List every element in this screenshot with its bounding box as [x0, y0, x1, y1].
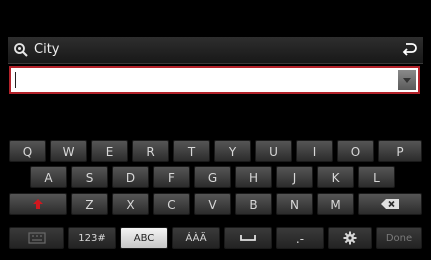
back-button[interactable]	[398, 40, 420, 60]
key-q[interactable]: Q	[9, 140, 46, 162]
key-c[interactable]: C	[153, 193, 190, 215]
key-b[interactable]: B	[235, 193, 272, 215]
backspace-key[interactable]	[358, 193, 422, 215]
key-h[interactable]: H	[235, 166, 272, 188]
key-o[interactable]: O	[337, 140, 374, 162]
dropdown-button[interactable]	[398, 70, 416, 90]
space-key[interactable]	[224, 227, 272, 249]
numbers-key[interactable]: 123#	[68, 227, 116, 249]
text-caret	[15, 72, 16, 88]
key-n[interactable]: N	[276, 193, 313, 215]
shift-arrow-icon	[10, 194, 66, 214]
key-l[interactable]: L	[358, 166, 395, 188]
key-e[interactable]: E	[91, 140, 128, 162]
key-m[interactable]: M	[317, 193, 354, 215]
key-y[interactable]: Y	[214, 140, 251, 162]
key-v[interactable]: V	[194, 193, 231, 215]
accents-key[interactable]: ÁÀÄ	[172, 227, 220, 249]
key-a[interactable]: A	[30, 166, 67, 188]
keyboard-icon	[10, 228, 63, 248]
settings-key[interactable]	[328, 227, 372, 249]
key-f[interactable]: F	[153, 166, 190, 188]
key-p[interactable]: P	[378, 140, 422, 162]
key-j[interactable]: J	[276, 166, 313, 188]
header-title: City	[34, 42, 60, 57]
key-w[interactable]: W	[50, 140, 87, 162]
key-s[interactable]: S	[71, 166, 108, 188]
done-key[interactable]: Done	[376, 227, 422, 249]
key-x[interactable]: X	[112, 193, 149, 215]
key-z[interactable]: Z	[71, 193, 108, 215]
key-d[interactable]: D	[112, 166, 149, 188]
key-t[interactable]: T	[173, 140, 210, 162]
key-r[interactable]: R	[132, 140, 169, 162]
key-i[interactable]: I	[296, 140, 333, 162]
space-bar-icon	[225, 228, 271, 248]
city-input[interactable]	[9, 66, 420, 94]
keyboard-toggle-key[interactable]	[9, 227, 64, 249]
search-header: City	[8, 37, 423, 64]
key-u[interactable]: U	[255, 140, 292, 162]
key-g[interactable]: G	[194, 166, 231, 188]
dropdown-arrow-icon	[403, 77, 411, 83]
symbols-key[interactable]: .-	[276, 227, 324, 249]
backspace-icon	[359, 194, 421, 214]
key-k[interactable]: K	[317, 166, 354, 188]
gear-icon	[329, 228, 371, 248]
keyboard-screen: City Q W E R T Y U I O P A S D F G H J K…	[0, 0, 431, 260]
shift-key[interactable]	[9, 193, 67, 215]
back-arrow-icon	[401, 41, 417, 60]
search-icon	[13, 42, 29, 58]
abc-key[interactable]: ABC	[120, 227, 168, 249]
